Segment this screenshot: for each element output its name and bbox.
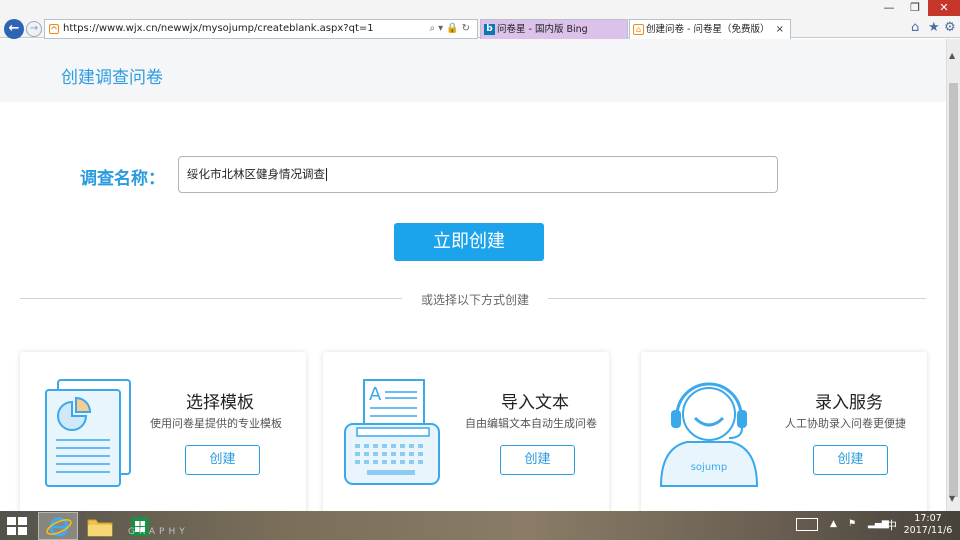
card-import-text: A 导入文本 自由编辑文本自动生成问卷 创建 [323,352,609,511]
bing-icon: b [484,24,495,35]
page-header: 创建调查问卷 [0,39,946,102]
restore-button[interactable]: ❐ [902,0,928,16]
taskbar-ie[interactable] [38,512,78,540]
ime-indicator[interactable]: 中 [886,517,897,533]
internet-explorer-icon [46,517,72,537]
create-from-text-button[interactable]: 创建 [500,445,575,475]
survey-name-label: 调查名称： [80,169,165,189]
taskbar: GRAPHY ▲ ⚑ ▂▄▆ 中 17:07 2017/11/6 [0,511,960,540]
forward-arrow-icon: → [29,23,39,34]
survey-name-input[interactable]: 绥化市北林区健身情况调查 [178,156,778,193]
touch-keyboard-icon[interactable] [796,518,818,531]
address-tools-icons[interactable]: ⌕▾🔒↻ [430,20,473,38]
page-title: 创建调查问卷 [61,68,163,88]
svg-text:A: A [369,384,382,405]
windows-logo-icon [7,527,16,535]
headset-agent-icon: sojump [659,382,759,487]
card-select-template: 选择模板 使用问卷星提供的专业模板 创建 [20,352,306,511]
back-arrow-icon: ← [8,21,20,36]
wallpaper-watermark: GRAPHY [128,527,189,537]
folder-icon [87,519,113,537]
windows-logo-icon [18,517,27,525]
minimize-button[interactable]: — [876,0,902,16]
restore-icon: ❐ [910,1,920,14]
forward-button[interactable]: → [26,21,42,37]
scroll-thumb[interactable] [949,83,958,497]
template-document-icon [45,379,131,487]
windows-logo-icon [18,527,27,535]
card-description: 人工协助录入问卷更便捷 [785,417,906,430]
card-title: 选择模板 [186,393,254,413]
taskbar-file-explorer[interactable] [80,512,120,540]
gear-icon[interactable]: ⚙ [944,21,956,35]
typewriter-icon: A [344,379,440,485]
address-bar[interactable]: https://www.wjx.cn/newwjx/mysojump/creat… [44,19,478,39]
favorites-star-icon[interactable]: ★ [928,21,940,35]
tab-create-survey[interactable]: ⌂ 创建问卷 - 问卷星（免费版） × [629,19,791,39]
flag-icon[interactable]: ⚑ [848,519,856,529]
card-title: 录入服务 [815,393,883,413]
browser-chrome: ← → https://www.wjx.cn/newwjx/mysojump/c… [0,0,960,39]
site-favicon-icon [49,24,59,34]
card-description: 使用问卷星提供的专业模板 [150,417,282,430]
site-favicon-icon: ⌂ [633,24,644,35]
back-button[interactable]: ← [4,19,24,39]
create-from-template-button[interactable]: 创建 [185,445,260,475]
card-input-service: sojump 录入服务 人工协助录入问卷更便捷 创建 [641,352,927,511]
tab-bing[interactable]: b 问卷星 - 国内版 Bing [480,19,628,39]
taskbar-clock[interactable]: 17:07 2017/11/6 [900,513,956,537]
tab-close-icon[interactable]: × [776,20,784,39]
address-url: https://www.wjx.cn/newwjx/mysojump/creat… [63,23,374,34]
scroll-up-arrow-icon[interactable]: ▲ [949,51,955,60]
clock-time: 17:07 [914,513,942,524]
clock-date: 2017/11/6 [903,525,953,536]
card-description: 自由编辑文本自动生成问卷 [465,417,597,430]
text-caret [326,168,327,181]
start-button[interactable] [7,517,27,535]
survey-name-value: 绥化市北林区健身情况调查 [187,167,325,181]
divider-line [20,298,402,299]
divider-text: 或选择以下方式创建 [420,293,529,307]
create-by-service-button[interactable]: 创建 [813,445,888,475]
close-button[interactable]: ✕ [928,0,960,16]
windows-logo-icon [7,517,16,525]
create-now-button[interactable]: 立即创建 [394,223,544,261]
tab-label: 问卷星 - 国内版 Bing [497,24,588,35]
divider-line [548,298,926,299]
page-content: 创建调查问卷 调查名称： 绥化市北林区健身情况调查 立即创建 或选择以下方式创建… [0,39,946,511]
sojump-badge: sojump [691,462,728,473]
card-title: 导入文本 [501,393,569,413]
close-icon: ✕ [939,1,949,14]
vertical-scrollbar[interactable]: ▲ ▼ [946,39,960,511]
tab-label: 创建问卷 - 问卷星（免费版） [646,24,770,35]
minimize-icon: — [883,1,895,14]
home-icon[interactable]: ⌂ [911,21,919,35]
scroll-down-arrow-icon[interactable]: ▼ [949,494,955,503]
show-hidden-icons-icon[interactable]: ▲ [830,519,837,529]
